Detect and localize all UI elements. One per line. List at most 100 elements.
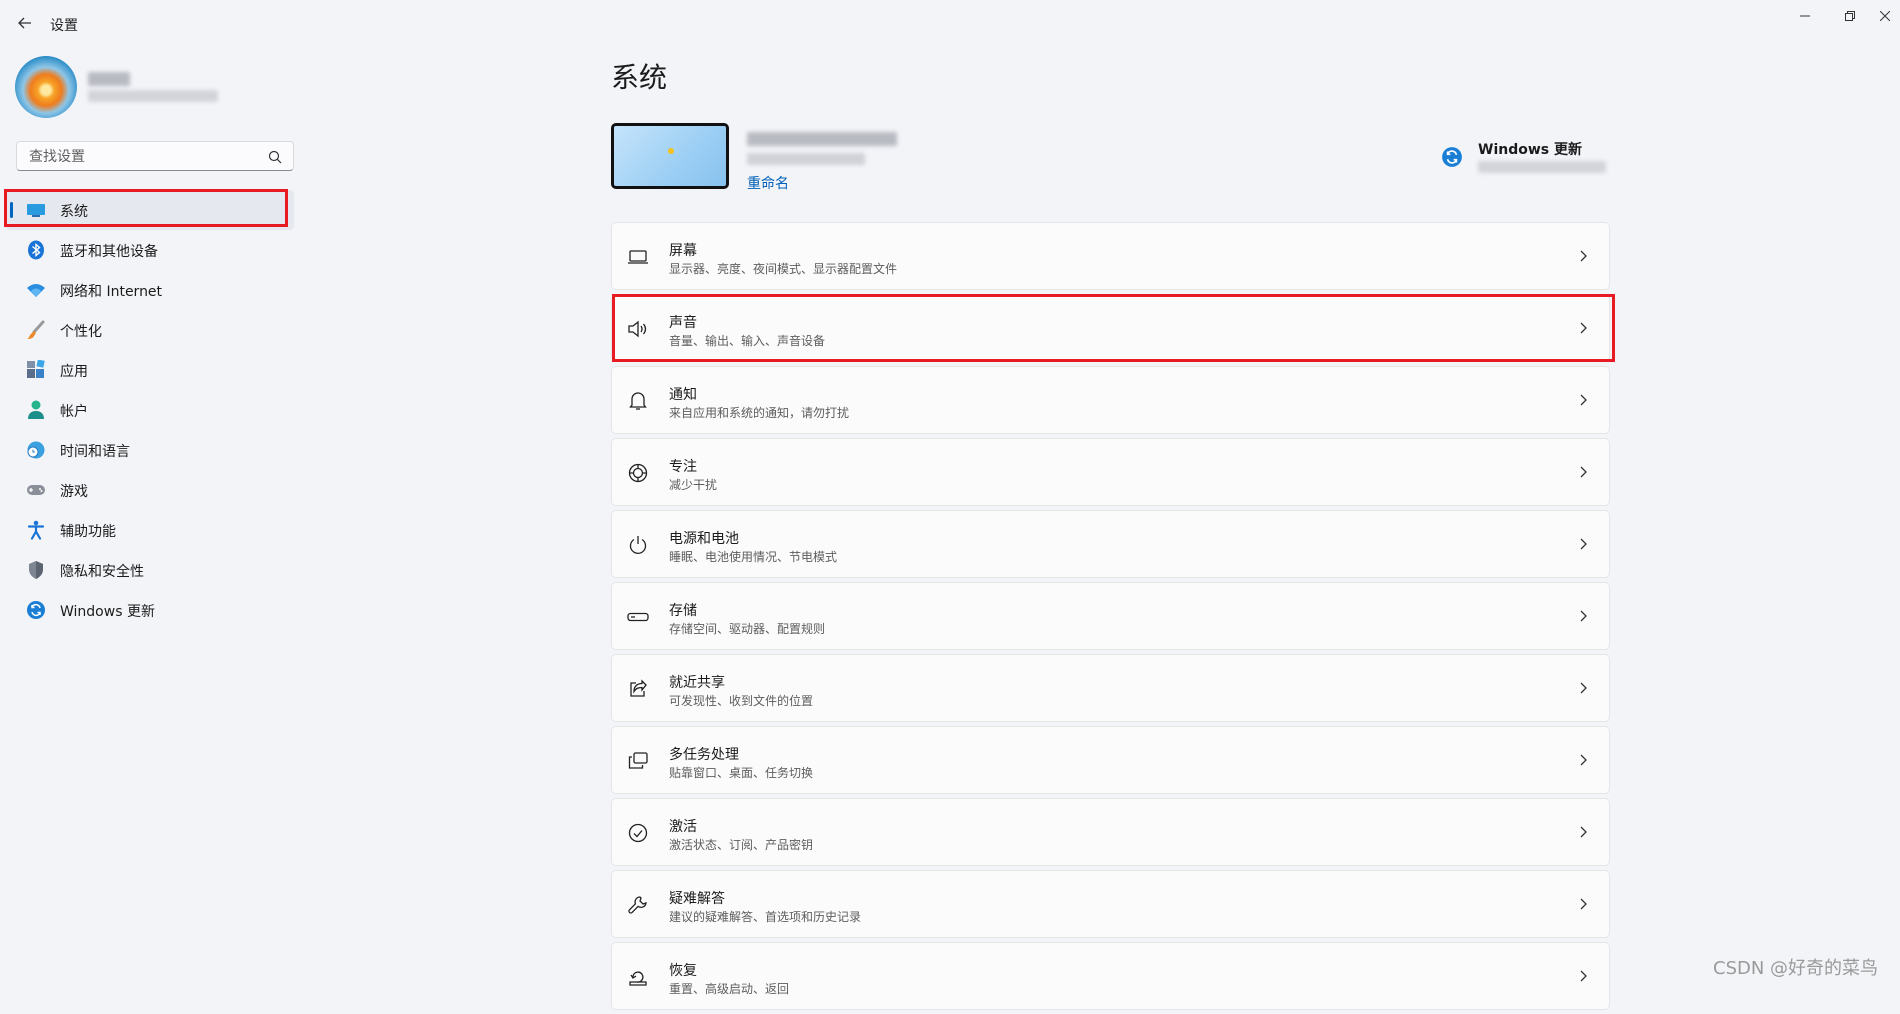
chevron-right-icon bbox=[1580, 970, 1587, 982]
card-power-battery[interactable]: 电源和电池 睡眠、电池使用情况、节电模式 bbox=[611, 510, 1610, 578]
power-icon bbox=[626, 533, 650, 557]
recovery-icon bbox=[626, 965, 650, 989]
card-multitasking[interactable]: 多任务处理 贴靠窗口、桌面、任务切换 bbox=[611, 726, 1610, 794]
card-notifications[interactable]: 通知 来自应用和系统的通知，请勿打扰 bbox=[611, 366, 1610, 434]
card-title: 就近共享 bbox=[669, 675, 725, 691]
sidebar-item-label: 帐户 bbox=[60, 404, 88, 420]
rename-link[interactable]: 重命名 bbox=[747, 173, 789, 193]
search-box[interactable] bbox=[16, 141, 294, 171]
chevron-right-icon bbox=[1580, 250, 1587, 262]
restore-icon bbox=[1845, 11, 1855, 21]
card-title: 存储 bbox=[669, 603, 697, 619]
arrow-left-icon bbox=[18, 17, 31, 29]
card-subtitle: 可发现性、收到文件的位置 bbox=[669, 694, 814, 708]
page-title: 系统 bbox=[611, 61, 668, 94]
back-button[interactable] bbox=[14, 12, 36, 34]
brush-icon bbox=[26, 320, 46, 340]
search-input[interactable] bbox=[27, 147, 256, 167]
accessibility-icon bbox=[26, 520, 46, 540]
card-subtitle: 睡眠、电池使用情况、节电模式 bbox=[669, 550, 838, 564]
close-button[interactable] bbox=[1870, 4, 1900, 28]
sidebar-item-accounts[interactable]: 帐户 bbox=[0, 390, 300, 430]
restore-button[interactable] bbox=[1830, 4, 1870, 28]
card-title: 电源和电池 bbox=[669, 531, 739, 547]
card-title: 多任务处理 bbox=[669, 747, 739, 763]
card-subtitle: 减少干扰 bbox=[669, 478, 718, 492]
close-icon bbox=[1880, 11, 1890, 21]
apps-icon bbox=[26, 360, 46, 380]
check-circle-icon bbox=[626, 821, 650, 845]
redacted-user-name bbox=[88, 72, 130, 86]
redacted-device-model bbox=[747, 153, 865, 165]
chevron-right-icon bbox=[1580, 610, 1587, 622]
chevron-right-icon bbox=[1580, 538, 1587, 550]
bluetooth-icon bbox=[26, 240, 46, 260]
sidebar-item-privacy[interactable]: 隐私和安全性 bbox=[0, 550, 300, 590]
highlight-box-system bbox=[4, 189, 288, 227]
card-storage[interactable]: 存储 存储空间、驱动器、配置规则 bbox=[611, 582, 1610, 650]
sidebar-item-network[interactable]: 网络和 Internet bbox=[0, 270, 300, 310]
focus-icon bbox=[626, 461, 650, 485]
card-activation[interactable]: 激活 激活状态、订阅、产品密钥 bbox=[611, 798, 1610, 866]
card-nearby-sharing[interactable]: 就近共享 可发现性、收到文件的位置 bbox=[611, 654, 1610, 722]
card-focus[interactable]: 专注 减少干扰 bbox=[611, 438, 1610, 506]
card-subtitle: 显示器、亮度、夜间模式、显示器配置文件 bbox=[669, 262, 898, 276]
sidebar-item-label: 时间和语言 bbox=[60, 444, 130, 460]
card-subtitle: 重置、高级启动、返回 bbox=[669, 982, 790, 996]
card-title: 屏幕 bbox=[669, 243, 697, 259]
card-title: 激活 bbox=[669, 819, 697, 835]
display-icon bbox=[626, 245, 650, 269]
share-icon bbox=[626, 677, 650, 701]
sidebar-item-label: 辅助功能 bbox=[60, 524, 116, 540]
sidebar-item-personalization[interactable]: 个性化 bbox=[0, 310, 300, 350]
chevron-right-icon bbox=[1580, 682, 1587, 694]
windows-update-status-icon[interactable] bbox=[1441, 146, 1463, 168]
card-title: 专注 bbox=[669, 459, 697, 475]
watermark: CSDN @好奇的菜鸟 bbox=[1713, 958, 1879, 979]
chevron-right-icon bbox=[1580, 754, 1587, 766]
sidebar-nav: 系统 蓝牙和其他设备 网络和 Internet 个性化 应用 帐户 时间和语言 … bbox=[0, 190, 300, 630]
chevron-right-icon bbox=[1580, 394, 1587, 406]
redacted-update-status bbox=[1478, 161, 1606, 173]
wallpaper-sun-icon bbox=[668, 148, 674, 154]
chevron-right-icon bbox=[1580, 826, 1587, 838]
sidebar-item-time-language[interactable]: 时间和语言 bbox=[0, 430, 300, 470]
sidebar-item-label: 游戏 bbox=[60, 484, 88, 500]
card-troubleshoot[interactable]: 疑难解答 建议的疑难解答、首选项和历史记录 bbox=[611, 870, 1610, 938]
device-thumbnail bbox=[611, 123, 729, 189]
sidebar-item-windows-update[interactable]: Windows 更新 bbox=[0, 590, 300, 630]
update-icon bbox=[26, 600, 46, 620]
sidebar-item-bluetooth[interactable]: 蓝牙和其他设备 bbox=[0, 230, 300, 270]
title-bar: 设置 bbox=[0, 0, 1900, 44]
card-subtitle: 激活状态、订阅、产品密钥 bbox=[669, 838, 814, 852]
search-icon[interactable] bbox=[267, 149, 283, 165]
storage-icon bbox=[626, 605, 650, 629]
chevron-right-icon bbox=[1580, 466, 1587, 478]
card-title: 疑难解答 bbox=[669, 891, 725, 907]
app-title: 设置 bbox=[50, 18, 78, 34]
card-display[interactable]: 屏幕 显示器、亮度、夜间模式、显示器配置文件 bbox=[611, 222, 1610, 290]
card-title: 通知 bbox=[669, 387, 697, 403]
sidebar-item-gaming[interactable]: 游戏 bbox=[0, 470, 300, 510]
sidebar-item-label: 应用 bbox=[60, 364, 88, 380]
sidebar-item-accessibility[interactable]: 辅助功能 bbox=[0, 510, 300, 550]
sidebar-item-label: 隐私和安全性 bbox=[60, 564, 144, 580]
globe-clock-icon bbox=[26, 440, 46, 460]
card-title: 恢复 bbox=[669, 963, 697, 979]
minimize-button[interactable] bbox=[1785, 4, 1825, 28]
redacted-user-email bbox=[88, 90, 218, 102]
shield-icon bbox=[26, 560, 46, 580]
card-recovery[interactable]: 恢复 重置、高级启动、返回 bbox=[611, 942, 1610, 1010]
sidebar-item-apps[interactable]: 应用 bbox=[0, 350, 300, 390]
bell-icon bbox=[626, 389, 650, 413]
card-subtitle: 建议的疑难解答、首选项和历史记录 bbox=[669, 910, 862, 924]
account-icon bbox=[26, 400, 46, 420]
wifi-icon bbox=[26, 280, 46, 300]
minimize-icon bbox=[1800, 15, 1810, 17]
gamepad-icon bbox=[26, 480, 46, 500]
redacted-device-name bbox=[747, 132, 897, 146]
windows-update-label[interactable]: Windows 更新 bbox=[1478, 139, 1582, 159]
card-subtitle: 存储空间、驱动器、配置规则 bbox=[669, 622, 826, 636]
avatar[interactable] bbox=[15, 56, 77, 118]
sidebar-item-label: 个性化 bbox=[60, 324, 102, 340]
